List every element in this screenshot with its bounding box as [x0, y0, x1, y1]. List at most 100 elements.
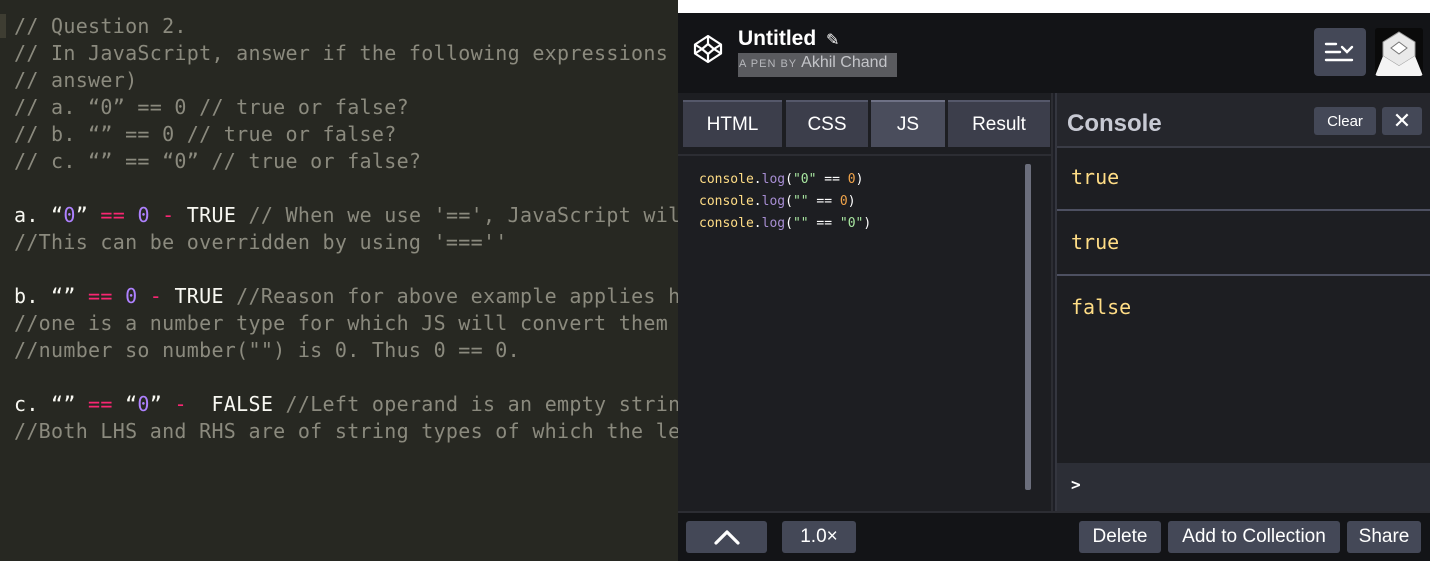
console-header: Console Clear ✕ — [1057, 93, 1430, 148]
js-code-line-token: log — [761, 172, 786, 187]
pen-byline: A PEN BY Akhil Chand — [738, 53, 897, 77]
editor-line-token: //number so number("") is 0. Thus 0 == 0… — [14, 338, 520, 362]
editor-line: // b. “” == 0 // true or false? — [14, 121, 397, 148]
delete-button[interactable]: Delete — [1079, 521, 1161, 553]
editor-line-token: ” — [149, 392, 175, 416]
author-link[interactable]: Akhil Chand — [801, 54, 887, 71]
js-code-line-token: log — [761, 216, 786, 231]
editor-line-token: 0 — [125, 284, 138, 308]
js-code-line: console.log("" == "0") — [699, 216, 871, 231]
editor-line-token: c. “” — [14, 392, 89, 416]
chevron-up-icon — [713, 530, 740, 545]
console-title: Console — [1067, 110, 1162, 137]
editor-line: //This can be overridden by using '==='' — [14, 229, 508, 256]
tab-js[interactable]: JS — [871, 100, 945, 147]
editor-line-token — [113, 284, 125, 308]
editor-line-token: == — [100, 203, 126, 227]
js-code-line-token: log — [761, 194, 786, 209]
console-input[interactable]: > — [1057, 463, 1430, 511]
layout-menu-icon — [1324, 42, 1354, 62]
editor-line: // a. “0” == 0 // true or false? — [14, 94, 409, 121]
code-editor[interactable]: // Question 2. // In JavaScript, answer i… — [0, 0, 678, 561]
js-code-line-token: == — [808, 216, 840, 231]
js-code-area[interactable]: console.log("0" == 0) console.log("" == 0… — [678, 154, 1051, 511]
zoom-level-button[interactable]: 1.0× — [782, 521, 856, 553]
js-code-line-token: "0" — [839, 216, 864, 231]
js-code-line-token: == — [816, 172, 848, 187]
editor-line-token: //This can be overridden by using '==='' — [14, 230, 508, 254]
editor-line: // c. “” == “0” // true or false? — [14, 148, 421, 175]
editor-line-token: // answer) — [14, 68, 138, 92]
editor-line-token: // c. “” == “0” // true or false? — [14, 149, 422, 173]
js-code-line-token: ( — [785, 172, 793, 187]
js-code-line: console.log("" == 0) — [699, 194, 856, 209]
js-code-line-token: ( — [785, 216, 793, 231]
tab-html[interactable]: HTML — [683, 100, 782, 147]
editor-line-token: 0 — [137, 392, 150, 416]
editor-line-token: // In JavaScript, answer if the followin… — [14, 41, 669, 65]
share-button[interactable]: Share — [1347, 521, 1421, 553]
code-scrollbar[interactable] — [1025, 164, 1031, 490]
editor-line: //number so number("") is 0. Thus 0 == 0… — [14, 337, 520, 364]
avatar-codepen-logo-icon — [1375, 28, 1423, 76]
editor-line-token: 0 — [137, 203, 150, 227]
editor-line: //Both LHS and RHS are of string types o… — [14, 418, 678, 445]
console-clear-button[interactable]: Clear — [1314, 107, 1376, 135]
change-view-button[interactable] — [1314, 28, 1366, 76]
console-panel: Console Clear ✕ true true false > — [1055, 93, 1430, 511]
console-prompt-icon: > — [1071, 475, 1081, 494]
user-avatar[interactable] — [1375, 28, 1423, 76]
js-code-line-token: ) — [863, 216, 872, 231]
window-top-strip — [678, 0, 1430, 13]
editor-line: b. “” == 0 - TRUE //Reason for above exa… — [14, 283, 678, 310]
js-code-line-token: ) — [855, 172, 864, 187]
js-code-line-token: "" — [792, 216, 809, 231]
editor-line-token — [137, 284, 149, 308]
editor-line-token: ” — [75, 203, 101, 227]
console-entry-value: true — [1071, 230, 1120, 254]
editor-line-token: //Both LHS and RHS are of string types o… — [14, 419, 678, 443]
editor-line: // answer) — [14, 67, 137, 94]
codepen-window: Untitled ✎ A PEN BY Akhil Chand HTML CSS… — [678, 0, 1430, 561]
console-entry: true — [1057, 211, 1430, 276]
pen-title[interactable]: Untitled — [738, 27, 816, 51]
console-close-icon[interactable]: ✕ — [1382, 107, 1422, 135]
editor-line: //one is a number type for which JS will… — [14, 310, 668, 337]
js-code-line-token: . — [753, 216, 762, 231]
editor-line-token: //Left operand is an empty strin — [285, 392, 678, 416]
js-code-line: console.log("0" == 0) — [699, 172, 863, 187]
editor-line-token: “ — [112, 392, 138, 416]
editor-line-token: b. “” — [14, 284, 89, 308]
editor-line-token: == — [88, 392, 113, 416]
editor-line: c. “” == “0” - FALSE //Left operand is a… — [14, 391, 678, 418]
add-to-collection-button[interactable]: Add to Collection — [1168, 521, 1340, 553]
js-code-line-token: . — [753, 172, 762, 187]
tab-css[interactable]: CSS — [786, 100, 868, 147]
tab-result[interactable]: Result — [948, 100, 1050, 147]
editor-line: a. “0” == 0 - TRUE // When we use '==', … — [14, 202, 678, 229]
editor-line-token: - — [174, 392, 187, 416]
js-code-line-token: "" — [792, 194, 809, 209]
console-entry: true — [1057, 148, 1430, 211]
editor-line-token: // Question 2. — [14, 14, 187, 38]
editor-line-token: // a. “0” == 0 // true or false? — [14, 95, 409, 119]
codepen-logo-icon[interactable] — [692, 33, 724, 65]
js-code-line-token: 0 — [847, 172, 856, 187]
collapse-editor-button[interactable] — [686, 521, 767, 553]
js-code-line-token: ) — [847, 194, 856, 209]
js-code-line-token: 0 — [839, 194, 848, 209]
editor-line-token: // b. “” == 0 // true or false? — [14, 122, 397, 146]
current-line-marker — [0, 14, 6, 38]
js-editor-panel: HTML CSS JS Result console.log("0" == 0)… — [678, 93, 1053, 511]
js-code-line-token: "0" — [792, 172, 817, 187]
edit-title-pencil-icon[interactable]: ✎ — [826, 30, 839, 50]
editor-line-token: a. “ — [14, 203, 64, 227]
editor-line-token: FALSE — [186, 392, 286, 416]
byline-prefix: A PEN BY — [739, 58, 798, 70]
editor-line-token: //Reason for above example applies h — [236, 284, 678, 308]
editor-line-token: - — [149, 284, 163, 308]
console-entry-value: false — [1071, 295, 1132, 319]
js-code-line-token: ( — [785, 194, 793, 209]
editor-line-token: 0 — [63, 203, 76, 227]
editor-line-token: TRUE — [174, 203, 249, 227]
